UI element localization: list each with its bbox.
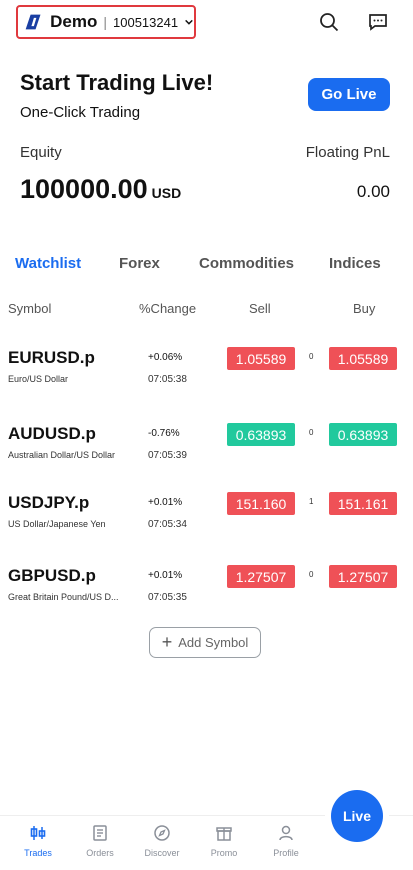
quote-time: 07:05:34 <box>148 519 187 530</box>
watchlist-row[interactable]: EURUSD.p Euro/US Dollar +0.06% 07:05:38 … <box>0 347 413 408</box>
broker-logo-icon <box>25 14 41 30</box>
tab-watchlist[interactable]: Watchlist <box>15 255 81 272</box>
plus-icon: + <box>161 632 173 652</box>
equity-value: 100000.00 <box>20 174 148 204</box>
equity-currency: USD <box>151 185 182 201</box>
quote-time: 07:05:38 <box>148 374 187 385</box>
nav-profile[interactable]: Profile <box>256 824 316 858</box>
symbol-description: Great Britain Pound/US D... <box>8 592 119 602</box>
buy-price-button[interactable]: 0.63893 <box>329 423 397 446</box>
go-live-button[interactable]: Go Live <box>308 78 390 111</box>
account-name: Demo <box>50 12 98 31</box>
floating-pnl-value: 0.00 <box>356 182 390 201</box>
profile-icon <box>279 825 293 841</box>
orders-icon <box>93 825 107 841</box>
buy-price-button[interactable]: 1.05589 <box>329 347 397 370</box>
spread-value: 0 <box>309 570 314 579</box>
live-fab-button[interactable]: Live <box>331 790 383 842</box>
floating-pnl-label: Floating PnL <box>305 144 390 161</box>
account-number: 100513241 <box>113 14 179 30</box>
add-symbol-label: Add Symbol <box>178 635 249 650</box>
buy-price-button[interactable]: 1.27507 <box>329 565 397 588</box>
nav-discover[interactable]: Discover <box>132 824 192 858</box>
symbol-description: Euro/US Dollar <box>8 374 69 384</box>
watchlist-row[interactable]: AUDUSD.p Australian Dollar/US Dollar -0.… <box>0 423 413 484</box>
column-header-sell: Sell <box>249 301 271 316</box>
column-header-change: %Change <box>139 301 197 316</box>
account-selector[interactable]: Demo | 100513241 <box>16 5 196 39</box>
compass-icon <box>154 825 170 841</box>
gift-icon <box>216 827 232 841</box>
tab-indices[interactable]: Indices <box>329 255 381 272</box>
tab-commodities[interactable]: Commodities <box>199 255 294 272</box>
spread-value: 1 <box>309 497 314 506</box>
quote-time: 07:05:35 <box>148 592 187 603</box>
quote-time: 07:05:39 <box>148 450 187 461</box>
spread-value: 0 <box>309 352 314 361</box>
percent-change: -0.76% <box>148 428 180 439</box>
nav-promo[interactable]: Promo <box>194 824 254 858</box>
account-separator: | <box>103 14 108 30</box>
nav-orders[interactable]: Orders <box>70 824 130 858</box>
nav-label: Promo <box>210 848 238 858</box>
column-header-buy: Buy <box>353 301 376 316</box>
symbol-description: Australian Dollar/US Dollar <box>8 450 116 460</box>
nav-label: Discover <box>144 848 180 858</box>
equity-value-group: 100000.00 USD <box>20 174 181 205</box>
symbol-name: GBPUSD.p <box>8 566 96 585</box>
search-icon[interactable] <box>319 12 339 32</box>
symbol-name: EURUSD.p <box>8 348 95 367</box>
symbol-name: USDJPY.p <box>8 493 90 512</box>
sell-price-button[interactable]: 1.05589 <box>227 347 295 370</box>
spread-value: 0 <box>309 428 314 437</box>
promo-headline: Start Trading Live! <box>20 70 214 95</box>
equity-label: Equity <box>20 144 62 161</box>
nav-label: Orders <box>86 848 114 858</box>
symbol-name: AUDUSD.p <box>8 424 96 443</box>
promo-subline: One-Click Trading <box>20 104 141 121</box>
watchlist-row[interactable]: GBPUSD.p Great Britain Pound/US D... +0.… <box>0 565 413 626</box>
add-symbol-button[interactable]: + Add Symbol <box>149 627 261 658</box>
percent-change: +0.01% <box>148 497 183 508</box>
sell-price-button[interactable]: 0.63893 <box>227 423 295 446</box>
chevron-down-icon <box>185 19 193 25</box>
percent-change: +0.06% <box>148 352 183 363</box>
nav-label: Trades <box>24 848 52 858</box>
sell-price-button[interactable]: 1.27507 <box>227 565 295 588</box>
buy-price-button[interactable]: 151.161 <box>329 492 397 515</box>
trades-icon <box>30 826 46 840</box>
nav-trades[interactable]: Trades <box>8 824 68 858</box>
watchlist-row[interactable]: USDJPY.p US Dollar/Japanese Yen +0.01% 0… <box>0 492 413 553</box>
sell-price-button[interactable]: 151.160 <box>227 492 295 515</box>
percent-change: +0.01% <box>148 570 183 581</box>
nav-label: Profile <box>273 848 299 858</box>
tab-forex[interactable]: Forex <box>119 255 160 272</box>
column-header-symbol: Symbol <box>8 301 52 316</box>
message-icon[interactable] <box>368 12 388 32</box>
symbol-description: US Dollar/Japanese Yen <box>8 519 106 529</box>
